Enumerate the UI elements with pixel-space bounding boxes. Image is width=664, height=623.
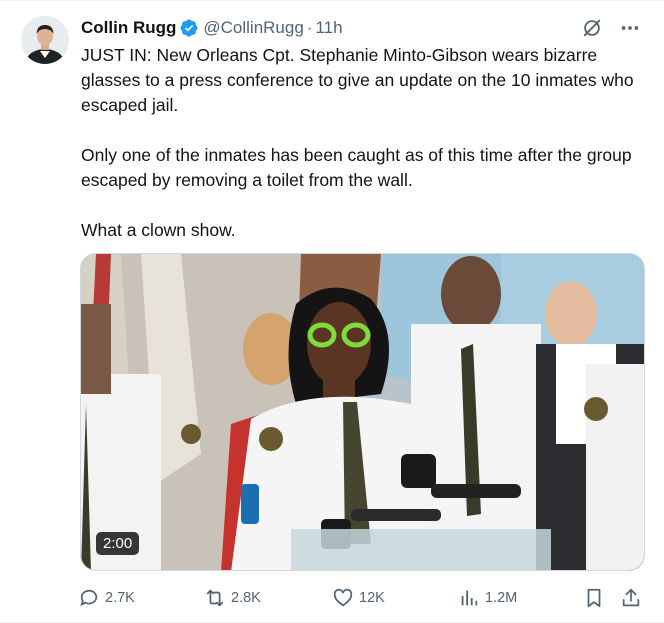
tweet-card[interactable]: Collin Rugg @CollinRugg · 11h JUST IN: N… [0, 0, 664, 623]
grok-icon[interactable] [579, 15, 605, 41]
views-button[interactable]: 1.2M [458, 587, 517, 609]
author-handle[interactable]: @CollinRugg [203, 18, 303, 38]
video-player[interactable]: 2:00 [80, 253, 645, 571]
like-count: 12K [359, 590, 385, 606]
tweet-paragraph: Only one of the inmates has been caught … [81, 145, 632, 190]
repost-button[interactable]: 2.8K [204, 587, 261, 609]
repost-count: 2.8K [231, 590, 261, 606]
reply-icon [80, 589, 98, 607]
timestamp[interactable]: 11h [315, 18, 342, 38]
tweet-paragraph: JUST IN: New Orleans Cpt. Stephanie Mint… [81, 45, 634, 115]
top-icons [579, 15, 643, 41]
like-button[interactable]: 12K [332, 587, 385, 609]
reply-button[interactable]: 2.7K [78, 587, 135, 609]
more-icon[interactable] [617, 15, 643, 41]
heart-icon [333, 588, 353, 607]
tweet-text: JUST IN: New Orleans Cpt. Stephanie Mint… [81, 43, 651, 243]
verified-badge-icon [179, 18, 199, 38]
avatar[interactable] [21, 16, 69, 64]
bookmark-icon [587, 588, 601, 608]
tweet-header: Collin Rugg @CollinRugg · 11h [81, 17, 343, 39]
video-thumbnail [81, 254, 644, 570]
share-button[interactable] [620, 587, 642, 609]
tweet-paragraph: What a clown show. [81, 220, 236, 240]
bookmark-button[interactable] [583, 587, 605, 609]
views-icon [461, 590, 478, 606]
share-icon [622, 588, 640, 607]
video-duration: 2:00 [96, 532, 140, 555]
separator-dot: · [306, 18, 313, 37]
author-name[interactable]: Collin Rugg [81, 18, 176, 38]
reply-count: 2.7K [105, 590, 135, 606]
views-count: 1.2M [485, 590, 518, 606]
person-avatar [21, 16, 69, 64]
action-bar: 2.7K 2.8K 12K 1.2M [78, 587, 646, 613]
repost-icon [206, 589, 224, 607]
